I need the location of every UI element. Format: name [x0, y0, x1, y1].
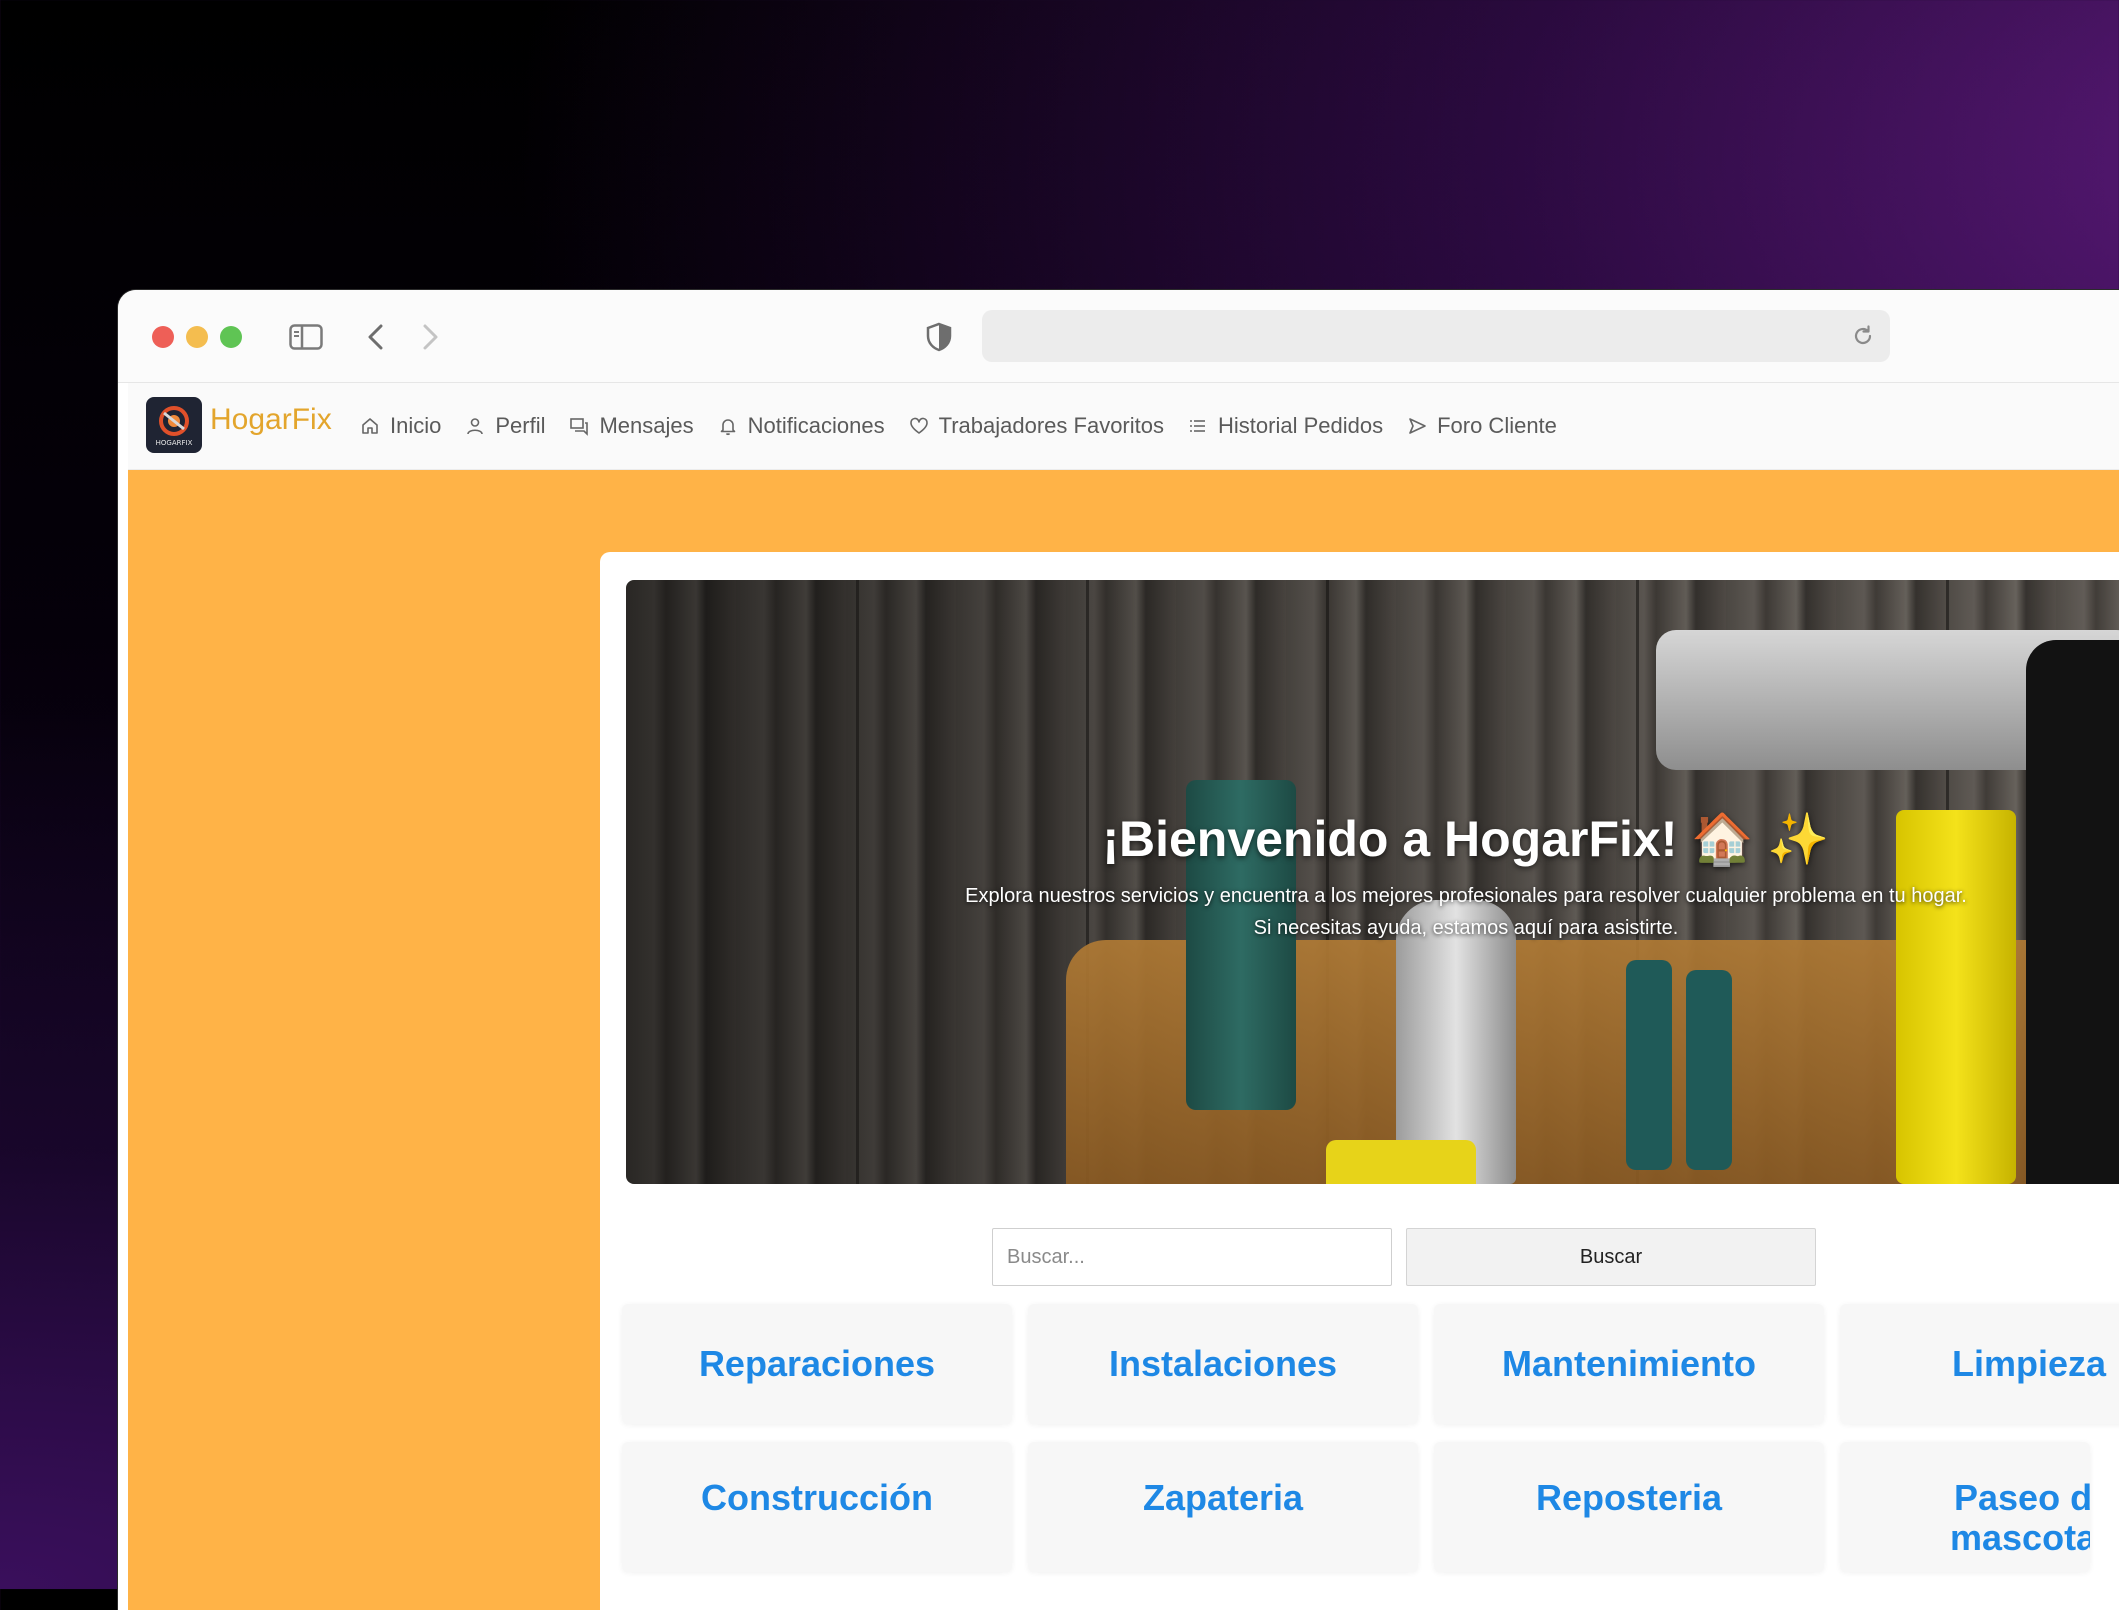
hogarfix-logo[interactable]: HOGARFIX	[146, 397, 202, 453]
nav-links: Inicio Perfil Mensajes Notificaciones Tr…	[360, 383, 1557, 469]
pliers-grip-graphic	[1326, 1140, 1476, 1184]
sidebar-toggle-icon[interactable]	[288, 318, 324, 356]
zoom-window-button[interactable]	[220, 326, 242, 348]
nav-label: Inicio	[390, 413, 442, 438]
browser-toolbar	[118, 290, 2119, 383]
chat-icon	[570, 418, 589, 436]
hero-title: ¡Bienvenido a HogarFix! 🏠 ✨	[1102, 811, 1830, 867]
main-card: ¡Bienvenido a HogarFix! 🏠 ✨ Explora nues…	[600, 552, 2119, 1610]
send-icon	[1409, 418, 1426, 434]
nav-item-notificaciones[interactable]: Notificaciones	[718, 413, 885, 439]
category-card-construccion[interactable]: Construcción	[622, 1442, 1012, 1572]
close-window-button[interactable]	[152, 326, 174, 348]
list-icon	[1190, 420, 1205, 432]
nav-label: Foro Cliente	[1437, 413, 1557, 438]
address-bar[interactable]	[982, 310, 1890, 362]
tool-handle-graphic	[1686, 970, 1732, 1170]
minimize-window-button[interactable]	[186, 326, 208, 348]
category-card-mantenimiento[interactable]: Mantenimiento	[1434, 1304, 1824, 1424]
nav-label: Historial Pedidos	[1218, 413, 1384, 438]
search-input[interactable]	[992, 1228, 1392, 1286]
nav-item-foro-cliente[interactable]: Foro Cliente	[1407, 413, 1557, 439]
nav-label: Mensajes	[599, 413, 694, 438]
browser-window: HOGARFIX HogarFix Inicio Perfil Mensajes…	[118, 290, 2119, 1610]
tool-handle-graphic	[1626, 960, 1672, 1170]
category-grid: Reparaciones Instalaciones Mantenimiento…	[622, 1304, 2119, 1572]
nav-label: Perfil	[495, 413, 546, 438]
hero-banner: ¡Bienvenido a HogarFix! 🏠 ✨ Explora nues…	[626, 580, 2119, 1184]
site-navbar: HOGARFIX HogarFix Inicio Perfil Mensajes…	[128, 383, 2119, 470]
user-icon	[467, 418, 484, 435]
reload-icon[interactable]	[1846, 319, 1880, 353]
category-card-limpieza[interactable]: Limpieza	[1840, 1304, 2119, 1424]
category-card-reparaciones[interactable]: Reparaciones	[622, 1304, 1012, 1424]
nav-item-inicio[interactable]: Inicio	[360, 413, 441, 439]
nav-label: Notificaciones	[747, 413, 885, 438]
brand-name[interactable]: HogarFix	[210, 403, 332, 437]
search-bar: Buscar	[992, 1228, 1816, 1286]
privacy-shield-icon[interactable]	[922, 318, 956, 356]
hero-subtitle-line: Si necesitas ayuda, estamos aquí para as…	[1253, 917, 1679, 939]
nav-item-historial-pedidos[interactable]: Historial Pedidos	[1188, 413, 1383, 439]
search-button[interactable]: Buscar	[1406, 1228, 1816, 1286]
svg-text:HOGARFIX: HOGARFIX	[156, 439, 193, 447]
heart-icon	[909, 417, 928, 434]
home-icon	[362, 418, 378, 434]
category-card-instalaciones[interactable]: Instalaciones	[1028, 1304, 1418, 1424]
nav-item-perfil[interactable]: Perfil	[465, 413, 545, 439]
category-card-zapateria[interactable]: Zapateria	[1028, 1442, 1418, 1572]
nav-label: Trabajadores Favoritos	[938, 413, 1164, 438]
back-arrow-icon[interactable]	[360, 318, 390, 356]
hero-subtitle: Explora nuestros servicios y encuentra a…	[626, 880, 2119, 944]
forward-arrow-icon[interactable]	[416, 318, 446, 356]
category-card-paseo-de-mascotas[interactable]: Paseo de mascotas	[1840, 1442, 2090, 1572]
page-background: ¡Bienvenido a HogarFix! 🏠 ✨ Explora nues…	[128, 470, 2119, 1610]
bell-icon	[720, 419, 735, 436]
nav-item-trabajadores-favoritos[interactable]: Trabajadores Favoritos	[909, 413, 1164, 439]
category-card-reposteria[interactable]: Reposteria	[1434, 1442, 1824, 1572]
nav-item-mensajes[interactable]: Mensajes	[569, 413, 694, 439]
hero-subtitle-line: Explora nuestros servicios y encuentra a…	[965, 885, 1967, 907]
